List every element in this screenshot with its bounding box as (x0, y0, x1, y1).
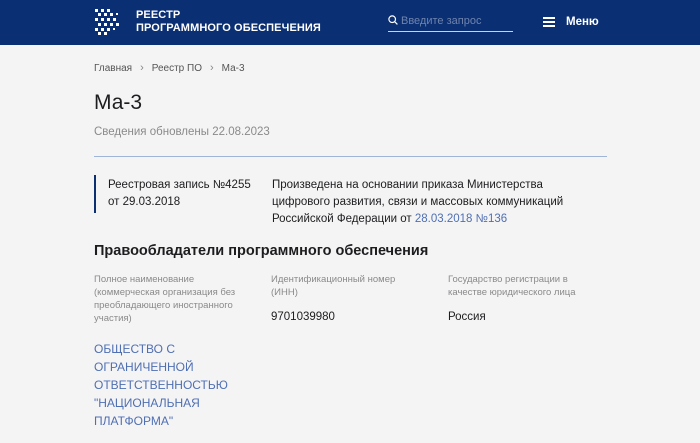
label-inn: Идентификационный номер (ИНН) (271, 274, 396, 298)
search-box (388, 10, 513, 32)
menu-label: Меню (566, 16, 599, 28)
record-number-line: Реестровая запись №4255 (108, 179, 251, 191)
site-header: РЕЕСТР ПРОГРАММНОГО ОБЕСПЕЧЕНИЯ Меню (0, 0, 700, 45)
breadcrumb-registry[interactable]: Реестр ПО (152, 63, 202, 74)
search-input[interactable] (401, 12, 509, 29)
page-title: Ма-3 (94, 91, 143, 114)
breadcrumb: Главная › Реестр ПО › Ма-3 (94, 62, 245, 74)
section-title-owners: Правообладатели программного обеспечения (94, 243, 429, 259)
inn-value: 9701039980 (271, 311, 335, 323)
country-value: Россия (448, 311, 486, 323)
brand-title[interactable]: РЕЕСТР ПРОГРАММНОГО ОБЕСПЕЧЕНИЯ (136, 9, 321, 35)
hamburger-icon (543, 17, 555, 27)
divider (94, 156, 607, 157)
breadcrumb-home[interactable]: Главная (94, 63, 132, 74)
brand-line-2: ПРОГРАММНОГО ОБЕСПЕЧЕНИЯ (136, 22, 321, 34)
owner-name-link[interactable]: ОБЩЕСТВО С ОГРАНИЧЕННОЙ ОТВЕТСТВЕННОСТЬЮ… (94, 340, 244, 430)
brand-line-1: РЕЕСТР (136, 9, 181, 21)
registry-record-number: Реестровая запись №4255 от 29.03.2018 (108, 177, 251, 211)
record-date-line: от 29.03.2018 (108, 196, 181, 208)
search-icon[interactable] (388, 15, 398, 25)
registry-basis: Произведена на основании приказа Министе… (272, 177, 582, 228)
label-country: Государство регистрации в качестве юриди… (448, 274, 576, 298)
updated-date: Сведения обновлены 22.08.2023 (94, 126, 270, 138)
chevron-right-icon: › (140, 62, 144, 74)
menu-button[interactable]: Меню (543, 13, 599, 31)
logo-icon[interactable] (94, 8, 122, 36)
chevron-right-icon: › (209, 62, 214, 74)
record-accent-bar (94, 175, 96, 213)
label-full-name: Полное наименование (коммерческая органи… (94, 274, 236, 324)
breadcrumb-current: Ма-3 (221, 62, 245, 74)
order-link[interactable]: 28.03.2018 №136 (415, 213, 507, 225)
